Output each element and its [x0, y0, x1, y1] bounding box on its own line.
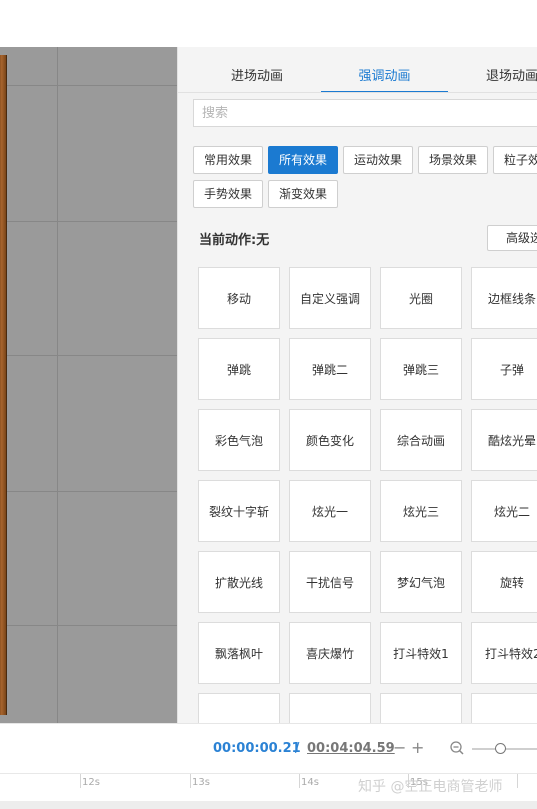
effect-tile[interactable]: 自定义强调	[289, 267, 371, 329]
effect-tile[interactable]: 光圈	[380, 267, 462, 329]
ruler-label: 14s	[301, 777, 319, 788]
time-separator: /	[295, 741, 300, 756]
effect-tile[interactable]: 炫光三	[380, 480, 462, 542]
effect-tile[interactable]: 弹跳三	[380, 338, 462, 400]
grid-line	[0, 221, 177, 222]
ruler-label: 13s	[192, 777, 210, 788]
effect-tile[interactable]: 综合动画	[380, 409, 462, 471]
effect-tile[interactable]: 彩色气泡	[198, 409, 280, 471]
effect-tile[interactable]: 梦幻气泡	[380, 551, 462, 613]
effect-tile[interactable]: 边框线条	[471, 267, 537, 329]
category-scene-effects[interactable]: 场景效果	[418, 146, 488, 174]
effect-tile[interactable]: 干扰信号	[289, 551, 371, 613]
current-action-label: 当前动作:无	[199, 233, 270, 248]
zoom-slider-handle[interactable]	[495, 743, 506, 754]
tab-exit-animation[interactable]: 退场动画	[473, 67, 537, 91]
effect-tile[interactable]: 打斗特效1	[380, 622, 462, 684]
category-motion-effects[interactable]: 运动效果	[343, 146, 413, 174]
grid-line	[57, 47, 58, 723]
tab-entrance-animation[interactable]: 进场动画	[218, 67, 296, 91]
ruler-tick	[190, 774, 191, 788]
ruler-tick	[517, 774, 518, 788]
zoom-out-icon[interactable]	[450, 741, 464, 755]
category-particle-effects[interactable]: 粒子效果	[493, 146, 537, 174]
current-time: 00:00:00.21	[213, 741, 301, 756]
watermark: 知乎 @空正电商管老师	[358, 779, 503, 795]
canvas-preview[interactable]	[0, 47, 177, 723]
effect-tile[interactable]	[380, 693, 462, 723]
effect-tile[interactable]: 弹跳二	[289, 338, 371, 400]
effect-tile[interactable]: 酷炫光晕	[471, 409, 537, 471]
category-gradient-effects[interactable]: 渐变效果	[268, 180, 338, 208]
search-input[interactable]	[193, 99, 537, 127]
effect-tile[interactable]: 炫光二	[471, 480, 537, 542]
effect-tile[interactable]: 旋转	[471, 551, 537, 613]
effect-tile[interactable]	[289, 693, 371, 723]
effect-tile[interactable]: 子弹	[471, 338, 537, 400]
effect-tile[interactable]: 打斗特效2	[471, 622, 537, 684]
animation-panel: 进场动画 强调动画 退场动画 常用效果 所有效果 运动效果 场景效果 粒子效果 …	[177, 47, 537, 723]
total-time[interactable]: 00:04:04.59	[307, 741, 395, 756]
category-gesture-effects[interactable]: 手势效果	[193, 180, 263, 208]
tab-emphasis-animation[interactable]: 强调动画	[321, 67, 448, 93]
grid-line	[0, 625, 177, 626]
effect-tile[interactable]	[198, 693, 280, 723]
tab-divider	[178, 92, 537, 93]
effect-tile[interactable]: 扩散光线	[198, 551, 280, 613]
category-common-effects[interactable]: 常用效果	[193, 146, 263, 174]
effect-tile[interactable]: 飘落枫叶	[198, 622, 280, 684]
effect-tile[interactable]: 炫光一	[289, 480, 371, 542]
grid-line	[0, 355, 177, 356]
effect-tile[interactable]: 弹跳	[198, 338, 280, 400]
grid-line	[0, 85, 177, 86]
advanced-settings-button[interactable]: 高级选	[487, 225, 537, 251]
effect-tile[interactable]: 喜庆爆竹	[289, 622, 371, 684]
ruler-tick	[299, 774, 300, 788]
grid-line	[0, 491, 177, 492]
minus-button[interactable]: −	[393, 738, 406, 758]
effect-tile[interactable]: 移动	[198, 267, 280, 329]
wood-frame-image[interactable]	[0, 55, 7, 715]
plus-button[interactable]: +	[411, 738, 424, 758]
timeline-divider	[0, 723, 537, 724]
effect-tile[interactable]: 裂纹十字斩	[198, 480, 280, 542]
ruler-tick	[80, 774, 81, 788]
effect-tile[interactable]: 颜色变化	[289, 409, 371, 471]
ruler-label: 12s	[82, 777, 100, 788]
category-all-effects[interactable]: 所有效果	[268, 146, 338, 174]
effect-tile[interactable]	[471, 693, 537, 723]
